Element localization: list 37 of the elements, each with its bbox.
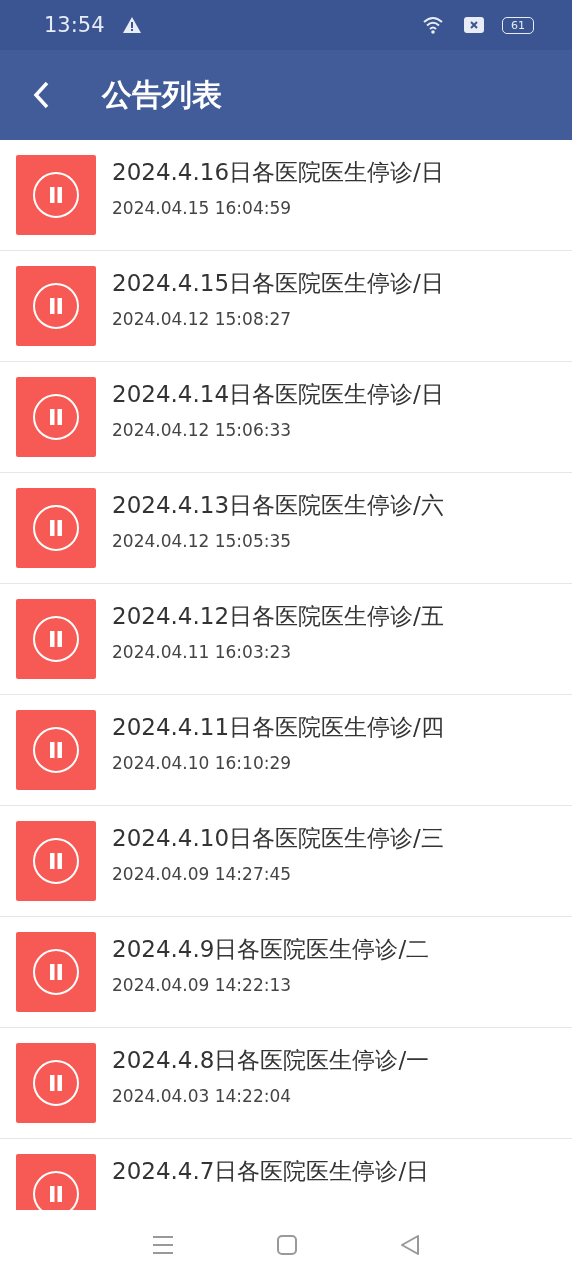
notice-date: 2024.04.09 14:22:13 [112,975,293,995]
home-icon[interactable] [277,1235,297,1255]
notice-title: 2024.4.16日各医院医生停诊/日 [112,158,444,187]
notice-title: 2024.4.14日各医院医生停诊/日 [112,380,444,409]
notice-item[interactable]: 2024.4.12日各医院医生停诊/五 2024.04.11 16:03:23 [0,584,572,695]
notice-item[interactable]: 2024.4.10日各医院医生停诊/三 2024.04.09 14:27:45 [0,806,572,917]
notice-title: 2024.4.13日各医院医生停诊/六 [112,491,444,520]
notice-title: 2024.4.9日各医院医生停诊/二 [112,935,430,964]
notice-item[interactable]: 2024.4.16日各医院医生停诊/日 2024.04.15 16:04:59 [0,140,572,251]
battery-level: 61 [502,16,534,34]
notice-date: 2024.04.12 15:06:33 [112,420,293,440]
warning-icon [122,17,141,33]
notice-item[interactable]: 2024.4.13日各医院医生停诊/六 2024.04.12 15:05:35 [0,473,572,584]
notice-item[interactable]: 2024.4.15日各医院医生停诊/日 2024.04.12 15:08:27 [0,251,572,362]
notice-date: 2024.04.03 14:22:04 [112,1086,293,1106]
notice-date: 2024.04.09 14:27:45 [112,864,293,884]
page-title: 公告列表 [102,75,222,114]
notice-item[interactable]: 2024.4.14日各医院医生停诊/日 2024.04.12 15:06:33 [0,362,572,473]
status-time: 13:54 [44,13,105,37]
notice-title: 2024.4.11日各医院医生停诊/四 [112,713,444,742]
notice-date: 2024.04.10 16:10:29 [112,753,293,773]
notice-title: 2024.4.8日各医院医生停诊/一 [112,1046,430,1075]
notice-title: 2024.4.15日各医院医生停诊/日 [112,269,444,298]
notice-title: 2024.4.7日各医院医生停诊/日 [112,1157,430,1186]
notice-item[interactable]: 2024.4.8日各医院医生停诊/一 2024.04.03 14:22:04 [0,1028,572,1139]
notice-item[interactable]: 2024.4.7日各医院医生停诊/日 [0,1139,572,1210]
notice-title: 2024.4.12日各医院医生停诊/五 [112,602,444,631]
back-icon[interactable] [400,1235,421,1255]
notice-date: 2024.04.12 15:08:27 [112,309,293,329]
notice-item[interactable]: 2024.4.9日各医院医生停诊/二 2024.04.09 14:22:13 [0,917,572,1028]
notice-date: 2024.04.12 15:05:35 [112,531,293,551]
sim-error-icon [464,17,484,33]
notice-date: 2024.04.11 16:03:23 [112,642,293,662]
notice-item[interactable]: 2024.4.11日各医院医生停诊/四 2024.04.10 16:10:29 [0,695,572,806]
menu-icon[interactable] [151,1235,174,1255]
notice-date: 2024.04.15 16:04:59 [112,198,293,218]
notice-title: 2024.4.10日各医院医生停诊/三 [112,824,444,853]
